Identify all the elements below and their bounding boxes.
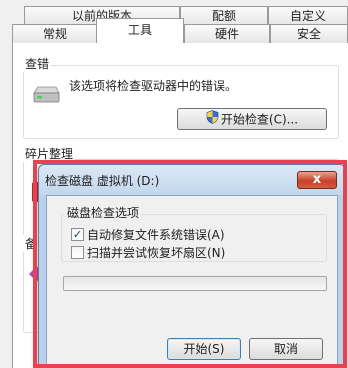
tab-customize[interactable]: 自定义 xyxy=(268,6,348,25)
tab-quota[interactable]: 配额 xyxy=(180,6,268,25)
disk-options-title: 磁盘检查选项 xyxy=(65,204,142,221)
tab-general[interactable]: 常规 xyxy=(12,24,98,43)
tab-security[interactable]: 安全 xyxy=(270,24,348,43)
start-button[interactable]: 开始(S) xyxy=(167,338,241,360)
uac-shield-icon xyxy=(206,109,219,130)
error-checking-description: 该选项将检查驱动器中的错误。 xyxy=(69,79,238,93)
scan-bad-sectors-label[interactable]: 扫描并尝试恢复坏扇区(N) xyxy=(87,244,225,261)
auto-fix-label[interactable]: 自动修复文件系统错误(A) xyxy=(87,226,225,243)
check-now-button[interactable]: 开始检查(C)... xyxy=(177,108,327,130)
check-disk-dialog: 检查磁盘 虚拟机 (D:) x 磁盘检查选项 ✓ 自动修复文件系统错误(A) 扫… xyxy=(38,164,346,368)
progress-bar xyxy=(63,276,327,291)
error-checking-title: 查错 xyxy=(23,55,52,72)
dialog-close-button[interactable]: x xyxy=(297,171,337,189)
tab-tools[interactable]: 工具 xyxy=(96,18,184,43)
dialog-title: 检查磁盘 虚拟机 (D:) xyxy=(45,174,160,188)
scan-bad-sectors-checkbox[interactable] xyxy=(71,246,84,259)
tab-hardware[interactable]: 硬件 xyxy=(184,24,270,43)
dialog-titlebar[interactable]: 检查磁盘 虚拟机 (D:) x xyxy=(39,165,345,195)
drive-icon xyxy=(31,85,61,105)
cancel-button[interactable]: 取消 xyxy=(249,338,323,360)
auto-fix-checkbox[interactable]: ✓ xyxy=(71,228,84,241)
defrag-title: 碎片整理 xyxy=(23,145,76,162)
backup-title: 备 xyxy=(23,235,40,252)
check-now-label: 开始检查(C)... xyxy=(220,112,299,127)
dialog-body: 磁盘检查选项 ✓ 自动修复文件系统错误(A) 扫描并尝试恢复坏扇区(N) 开始(… xyxy=(46,195,338,368)
